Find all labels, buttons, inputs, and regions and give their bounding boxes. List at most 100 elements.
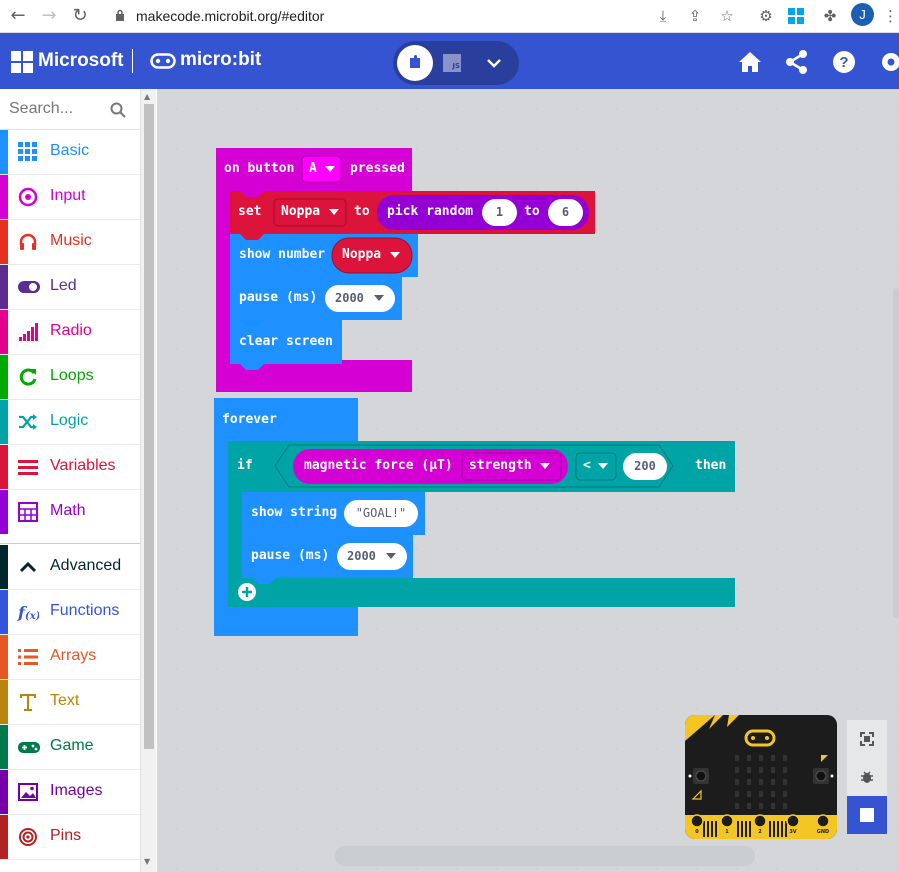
toggle-icon: [17, 277, 40, 299]
forward-icon[interactable]: →: [37, 4, 61, 28]
set-variable-value[interactable]: Noppa: [281, 204, 320, 219]
install-icon[interactable]: ⤓: [651, 4, 675, 28]
category-radio[interactable]: Radio: [0, 310, 140, 355]
category-color-bar: [0, 680, 8, 724]
toolbox-scrollbar[interactable]: ▲ ▼: [140, 89, 156, 872]
menu-dots-icon[interactable]: ⋮: [883, 4, 898, 28]
category-label: Math: [50, 502, 86, 519]
help-icon[interactable]: ?: [831, 49, 857, 75]
blocks-editor-button[interactable]: [397, 45, 433, 81]
scroll-up-icon[interactable]: ▲: [144, 92, 150, 101]
chevron-up-icon: [17, 557, 39, 579]
category-arrays[interactable]: Arrays: [0, 635, 140, 680]
category-variables[interactable]: Variables: [0, 445, 140, 490]
workspace-vertical-scrollbar[interactable]: [893, 288, 899, 618]
category-logic[interactable]: Logic: [0, 400, 140, 445]
category-color-bar: [0, 545, 8, 589]
caret-down-icon: [598, 463, 608, 469]
gamepad-icon: [17, 737, 40, 759]
pin-label-1: 1: [725, 829, 729, 835]
product-name[interactable]: micro:bit: [180, 49, 261, 71]
random-min-input[interactable]: 1: [482, 199, 517, 226]
address-bar[interactable]: makecode.microbit.org/#editor: [136, 4, 324, 28]
category-color-bar: [0, 310, 8, 354]
compare-dropdown[interactable]: [575, 452, 617, 481]
compare-value-input[interactable]: 200: [623, 453, 667, 480]
image-icon: [17, 782, 39, 804]
category-math[interactable]: Math: [0, 490, 140, 535]
toolbox: Basic Input Music Led Radio Loops Logic Variabl…: [0, 89, 140, 872]
category-input[interactable]: Input: [0, 175, 140, 220]
settings-gear-icon[interactable]: [878, 49, 899, 75]
category-basic[interactable]: Basic: [0, 130, 140, 175]
signal-icon: [17, 322, 39, 344]
editor-toggle: JS: [393, 41, 519, 85]
button-dropdown[interactable]: [301, 155, 342, 183]
category-label: Game: [50, 737, 94, 754]
strength-value[interactable]: strength: [469, 458, 532, 473]
pressed-label: pressed: [350, 161, 405, 176]
calculator-icon: [17, 502, 39, 524]
function-icon: f (x): [17, 602, 41, 624]
category-label: Loops: [50, 367, 94, 384]
bug-icon: [861, 771, 873, 783]
microsoft-brand[interactable]: Microsoft: [38, 50, 124, 72]
profile-avatar[interactable]: J: [851, 3, 874, 26]
share-page-icon[interactable]: ⇪: [683, 4, 707, 28]
category-color-bar: [0, 590, 8, 634]
category-color-bar: [0, 130, 8, 174]
stop-simulator-button[interactable]: [847, 796, 887, 834]
add-else-icon[interactable]: [238, 583, 256, 601]
reload-icon[interactable]: ↻: [68, 4, 92, 28]
javascript-editor-button[interactable]: JS: [443, 54, 461, 72]
caret-down-icon: [390, 252, 400, 258]
microsoft-logo-icon: [11, 51, 33, 73]
button-value[interactable]: A: [309, 161, 317, 176]
bookmark-star-icon[interactable]: ☆: [715, 4, 739, 28]
pause-value-dropdown[interactable]: 2000: [325, 285, 395, 312]
grid-icon: [17, 142, 39, 164]
category-functions[interactable]: f (x) Functions: [0, 590, 140, 635]
caret-down-icon: [325, 166, 335, 172]
debug-button[interactable]: [847, 758, 887, 796]
fullscreen-button[interactable]: [847, 720, 887, 758]
category-music[interactable]: Music: [0, 220, 140, 265]
pin-icon: [17, 827, 39, 849]
chevron-down-icon[interactable]: [483, 52, 505, 74]
share-icon[interactable]: [784, 49, 810, 75]
category-advanced[interactable]: Advanced: [0, 545, 140, 590]
category-color-bar: [0, 400, 8, 444]
workspace-horizontal-scrollbar[interactable]: [335, 846, 755, 866]
search-icon[interactable]: [110, 102, 126, 118]
back-icon[interactable]: ←: [6, 4, 30, 28]
microbit-simulator[interactable]: 0 1 2 3V GND: [685, 715, 837, 839]
windows-extension-icon[interactable]: [788, 8, 804, 24]
scroll-down-icon[interactable]: ▼: [144, 857, 150, 866]
show-number-variable[interactable]: Noppa: [342, 247, 381, 262]
shuffle-icon: [17, 412, 39, 434]
category-images[interactable]: Images: [0, 770, 140, 815]
category-text[interactable]: Text: [0, 680, 140, 725]
random-max-input[interactable]: 6: [548, 199, 583, 226]
category-label: Variables: [50, 457, 116, 474]
puzzle-icon[interactable]: ✤: [818, 4, 842, 28]
category-led[interactable]: Led: [0, 265, 140, 310]
category-label: Basic: [50, 142, 90, 159]
extension-gear-icon[interactable]: ⚙: [754, 4, 778, 28]
search-input[interactable]: [9, 98, 104, 120]
category-loops[interactable]: Loops: [0, 355, 140, 400]
category-label: Pins: [50, 827, 82, 844]
pin-label-gnd: GND: [817, 829, 829, 835]
home-icon[interactable]: [737, 49, 763, 75]
category-label: Music: [50, 232, 92, 249]
category-pins[interactable]: Pins: [0, 815, 140, 860]
category-label: Advanced: [50, 557, 122, 574]
browser-toolbar: ← → ↻ makecode.microbit.org/#editor ⤓ ⇪ …: [0, 0, 899, 33]
category-color-bar: [0, 635, 8, 679]
category-game[interactable]: Game: [0, 725, 140, 770]
compare-operator[interactable]: <: [583, 458, 591, 473]
pause-value-dropdown-2[interactable]: 2000: [337, 543, 407, 570]
on-button-label: on button: [224, 161, 295, 176]
toolbox-scroll-thumb[interactable]: [144, 104, 154, 749]
show-string-input[interactable]: "GOAL!": [344, 500, 418, 527]
